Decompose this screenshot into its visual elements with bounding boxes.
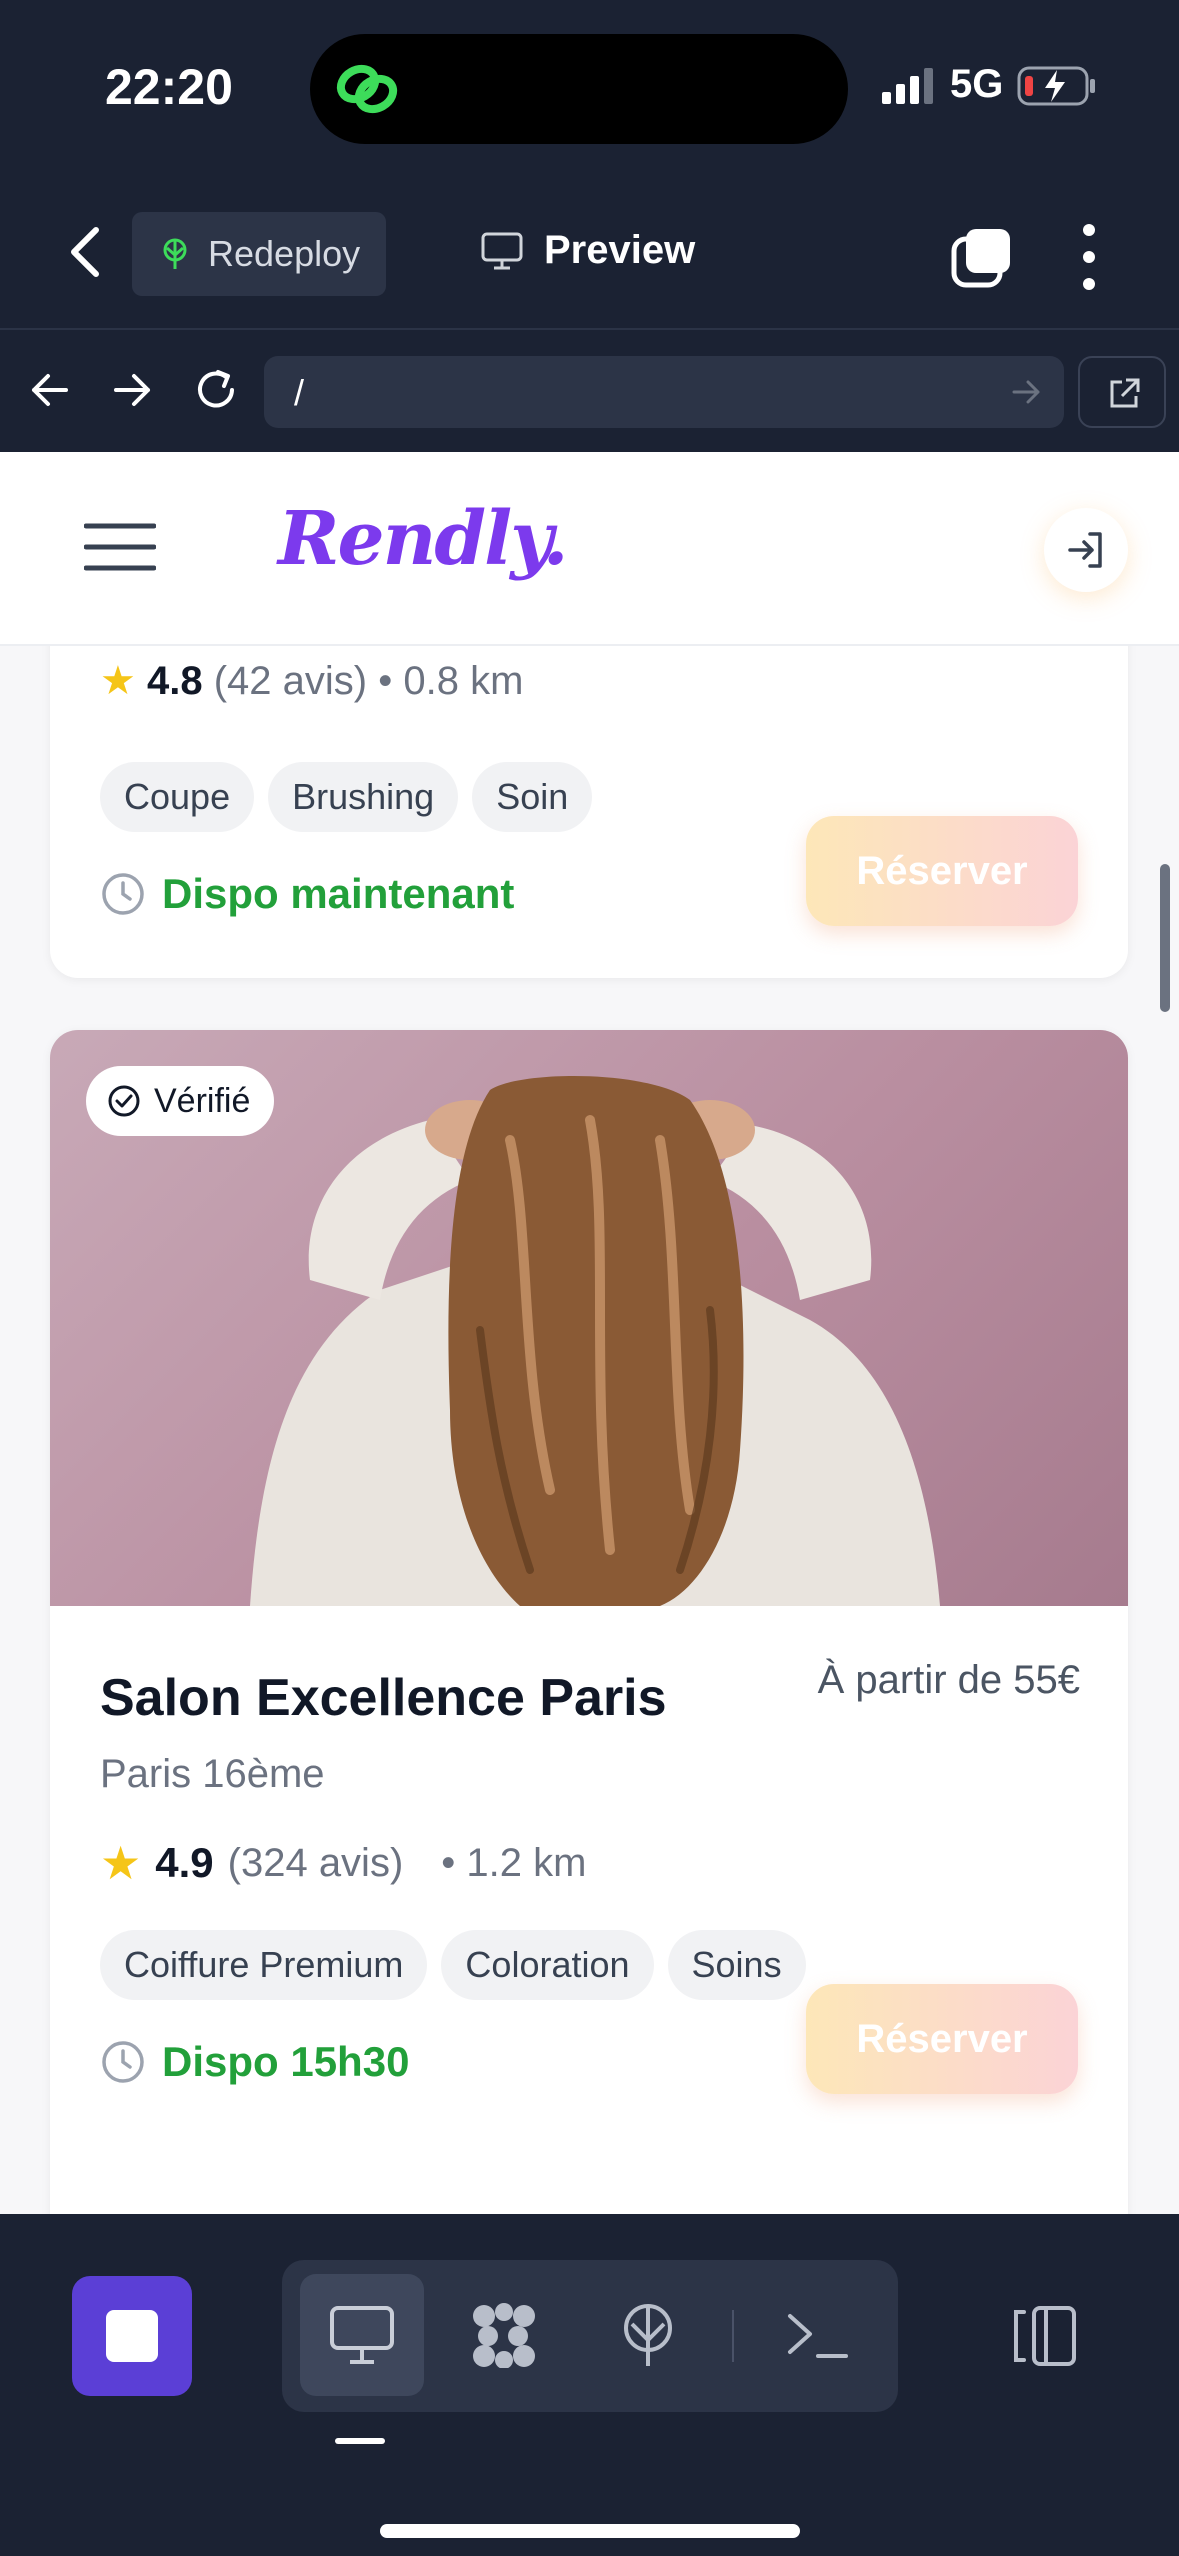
salon-photo: Vérifié [50,1030,1128,1606]
hamburger-menu-icon[interactable] [84,522,156,572]
view-mode-group [282,2260,898,2412]
back-chevron-icon[interactable] [62,222,112,282]
redeploy-button[interactable]: Redeploy [132,212,386,296]
login-icon [1068,532,1102,568]
availability-text: Dispo 15h30 [162,2038,410,2085]
battery-charging-icon [1017,66,1095,106]
rating-row: ★ 4.9 (324 avis) • 1.2 km [100,1836,586,1890]
deploy-tree-icon [624,2304,672,2366]
service-chip: Brushing [268,762,459,832]
reload-icon[interactable] [188,362,244,418]
reserve-button[interactable]: Réserver [806,1984,1078,2094]
home-indicator [380,2524,800,2538]
service-chip: Soin [472,762,593,832]
deploy-button[interactable] [586,2274,710,2396]
availability-text: Dispo maintenant [162,870,515,917]
availability-row: Dispo maintenant [100,870,514,918]
review-count: (324 avis) [227,1840,404,1885]
network-type: 5G [950,62,1004,106]
url-input[interactable]: / [264,356,1064,428]
web-viewport[interactable]: Rendly. ★ 4.8 (42 avis) • 0.8 km Coupe B… [0,452,1179,2214]
service-chip: Soins [667,1930,806,2000]
site-header: Rendly. [0,452,1179,646]
grid-blob-icon [473,2303,535,2368]
clock-icon [102,2041,144,2083]
preview-mode-button[interactable] [300,2274,424,2396]
rating-value: 4.9 [155,1839,214,1886]
clock-icon [102,873,144,915]
brand-logo[interactable]: Rendly. [278,496,569,582]
stop-button[interactable] [72,2276,192,2396]
salon-card[interactable]: Vérifié Salon Excellence Paris À partir … [50,1030,1128,2214]
stop-icon [106,2310,158,2362]
service-chip: Coloration [441,1930,654,2000]
console-button[interactable] [756,2274,880,2396]
app-top-bar: Redeploy Preview [0,170,1179,330]
arrow-right-icon[interactable] [104,362,160,418]
service-chips: Coupe Brushing Soin [100,762,593,832]
verified-badge: Vérifié [86,1066,275,1136]
login-button[interactable] [1044,508,1128,592]
tabs-icon[interactable] [950,225,1014,289]
arrow-left-icon[interactable] [22,362,78,418]
page-scrollbar[interactable] [1160,864,1170,1012]
external-link-icon [1110,378,1140,408]
toolbar-divider [732,2310,734,2362]
service-chips: Coiffure Premium Coloration Soins [100,1930,806,2000]
workspace-button[interactable] [442,2274,566,2396]
rating-row: ★ 4.8 (42 avis) • 0.8 km [100,658,523,704]
reserve-button[interactable]: Réserver [806,816,1078,926]
distance: • 0.8 km [378,659,524,703]
star-icon: ★ [100,1837,142,1889]
bottom-toolbar [0,2214,1179,2556]
check-circle-icon [108,1085,140,1117]
service-chip: Coiffure Premium [100,1930,428,2000]
verified-label: Vérifié [154,1081,251,1120]
more-vertical-icon[interactable] [1072,220,1106,294]
monitor-icon [330,2306,394,2364]
redeploy-label: Redeploy [208,233,361,274]
salon-location: Paris 16ème [100,1752,325,1796]
active-tab-indicator [335,2438,385,2444]
star-icon: ★ [100,659,136,703]
availability-row: Dispo 15h30 [100,2038,409,2086]
go-arrow-icon[interactable] [1010,378,1042,406]
price-from: À partir de 55€ [817,1658,1080,1702]
status-bar: 22:20 5G [0,0,1179,170]
terminal-icon [788,2314,848,2358]
preview-title[interactable]: Preview [480,228,695,273]
preview-label: Preview [544,228,696,272]
distance: • 1.2 km [441,1840,587,1885]
split-view-icon[interactable] [1010,2304,1080,2368]
deploy-tree-icon [163,238,187,269]
signal-icon [882,68,933,104]
status-time: 22:20 [105,59,233,115]
browser-address-bar: / [0,330,1179,452]
link-app-icon [336,64,398,114]
salon-name[interactable]: Salon Excellence Paris [100,1668,667,1728]
rating-value: 4.8 [146,659,203,703]
monitor-icon [481,232,523,269]
review-count: (42 avis) [213,659,368,703]
service-chip: Coupe [100,762,255,832]
open-external-button[interactable] [1078,356,1166,428]
